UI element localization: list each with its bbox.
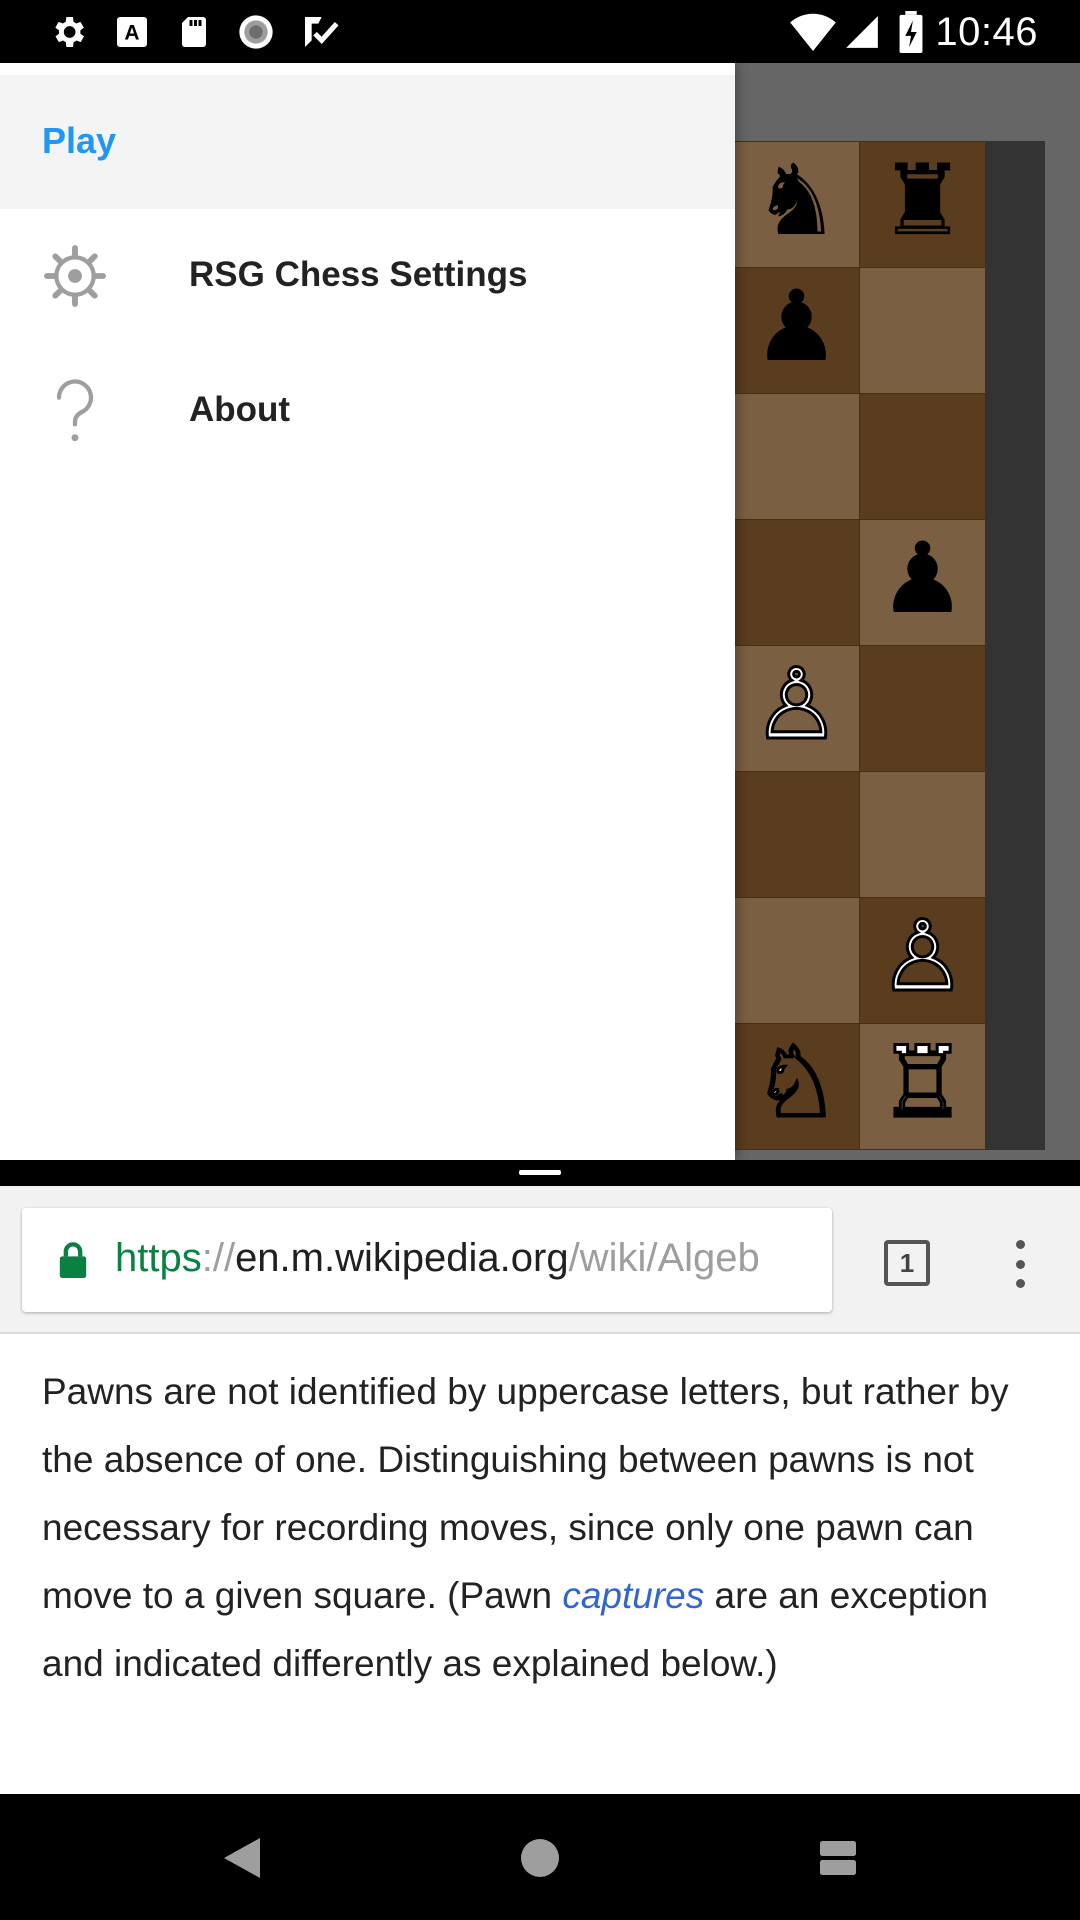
status-bar: A 10:46 [0, 0, 1080, 63]
more-options-icon[interactable] [1000, 1236, 1040, 1292]
split-screen-divider[interactable] [0, 1160, 1080, 1186]
clock: 10:46 [935, 10, 1038, 54]
wifi-icon [788, 12, 838, 52]
menu-dot [1015, 1259, 1025, 1269]
home-icon[interactable] [516, 1834, 564, 1882]
board-square[interactable]: ♘ [734, 1024, 859, 1149]
white-chess-piece[interactable]: ♖ [877, 1032, 968, 1133]
browser-window: https://en.m.wikipedia.org/wiki/Algeb 1 … [0, 1186, 1080, 1794]
url-scheme: https [115, 1236, 202, 1280]
tab-switcher-button[interactable]: 1 [884, 1240, 930, 1286]
menu-item-settings[interactable]: RSG Chess Settings [0, 213, 735, 343]
battery-charging-icon [896, 11, 926, 53]
tab-count: 1 [899, 1247, 915, 1278]
board-square[interactable]: ♖ [860, 1024, 985, 1149]
black-chess-piece[interactable]: ♟ [879, 530, 967, 628]
board-square[interactable] [860, 646, 985, 771]
url-text: https://en.m.wikipedia.org/wiki/Algeb [115, 1236, 815, 1281]
white-chess-piece[interactable]: ♙ [877, 906, 968, 1007]
divider-handle[interactable] [519, 1170, 561, 1175]
board-square[interactable] [734, 772, 859, 897]
menu-dot [1015, 1240, 1025, 1249]
board-square[interactable] [860, 394, 985, 519]
menu-item-label: About [189, 390, 291, 429]
board-square[interactable] [734, 898, 859, 1023]
board-square[interactable] [860, 772, 985, 897]
white-chess-piece[interactable]: ♘ [751, 1032, 842, 1133]
cell-signal-icon [842, 12, 882, 52]
menu-dot [1015, 1279, 1025, 1288]
board-square[interactable] [734, 394, 859, 519]
back-icon[interactable] [218, 1834, 266, 1882]
settings-icon [40, 241, 110, 311]
navigation-bar [0, 1794, 1080, 1920]
address-bar[interactable]: https://en.m.wikipedia.org/wiki/Algeb [22, 1208, 832, 1312]
recents-icon[interactable] [814, 1834, 862, 1882]
board-square[interactable]: ♜ [860, 142, 985, 267]
url-separator: :// [201, 1236, 236, 1280]
browser-toolbar: https://en.m.wikipedia.org/wiki/Algeb 1 [0, 1186, 1080, 1334]
black-chess-piece[interactable]: ♞ [753, 152, 841, 250]
play-item[interactable]: Play [42, 120, 116, 162]
article-paragraph: Pawns are not identified by uppercase le… [42, 1358, 1052, 1698]
black-chess-piece[interactable]: ♜ [879, 152, 967, 250]
black-chess-piece[interactable]: ♟ [753, 278, 841, 376]
menu-item-label: RSG Chess Settings [189, 255, 528, 294]
help-icon [40, 376, 110, 446]
board-square[interactable]: ♞ [734, 142, 859, 267]
chess-app: ♝♞♜♟♟♟♙♙♙♗♘♖ Play RSG Chess Settings Abo… [0, 63, 1080, 1160]
menu-item-about[interactable]: About [0, 348, 735, 478]
gear-icon [48, 12, 88, 52]
lock-icon [58, 1242, 88, 1283]
board-square[interactable]: ♙ [860, 898, 985, 1023]
article-link-captures[interactable]: captures [562, 1575, 704, 1616]
board-square[interactable]: ♟ [734, 268, 859, 393]
check-badge-icon [300, 12, 340, 52]
sd-card-icon [174, 12, 214, 52]
svg-text:A: A [124, 22, 139, 45]
url-host: en.m.wikipedia.org [235, 1236, 569, 1280]
font-a-icon: A [112, 12, 152, 52]
white-chess-piece[interactable]: ♙ [751, 654, 842, 755]
navigation-drawer: Play RSG Chess Settings About [0, 63, 735, 1160]
board-square[interactable]: ♟ [860, 520, 985, 645]
drawer-header[interactable]: Play [0, 75, 735, 209]
loading-icon [236, 12, 276, 52]
url-path: /wiki/Algeb [568, 1236, 760, 1280]
board-square[interactable] [860, 268, 985, 393]
board-square[interactable] [734, 520, 859, 645]
board-square[interactable]: ♙ [734, 646, 859, 771]
